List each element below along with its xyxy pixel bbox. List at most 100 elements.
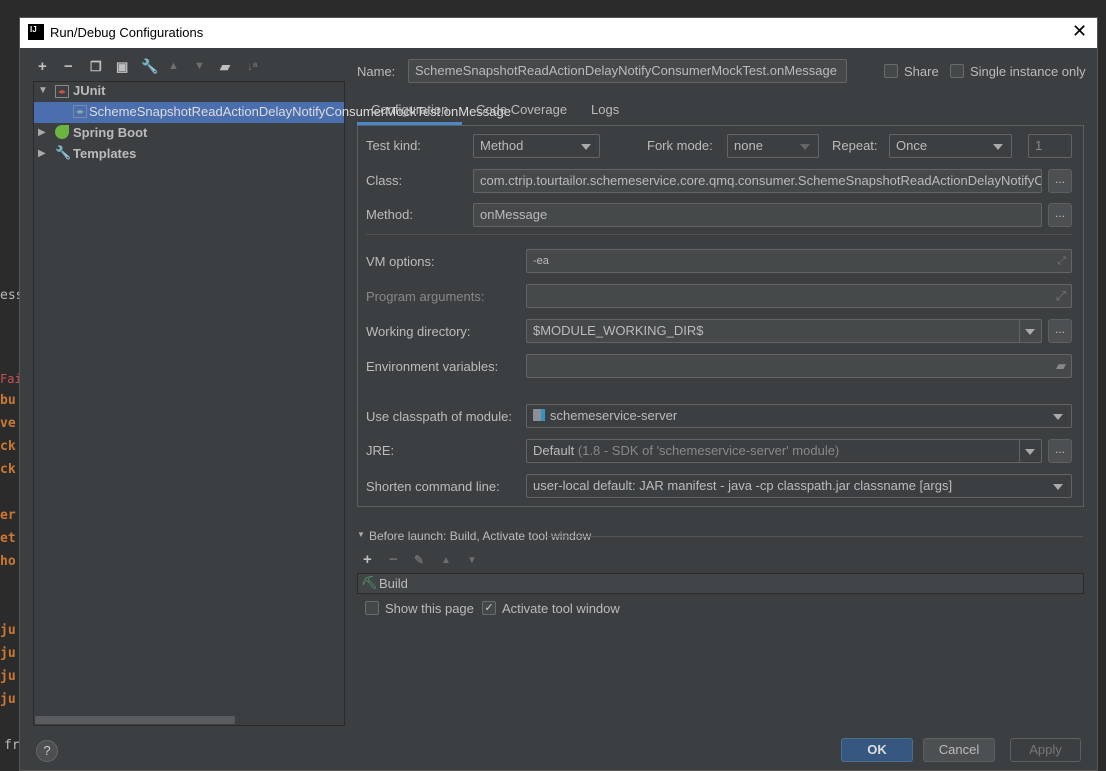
class-label: Class: — [366, 173, 403, 188]
fork-mode-label: Fork mode: — [647, 138, 713, 153]
move-up-icon[interactable]: ▲ — [441, 555, 451, 566]
shorten-command-line-select[interactable]: user-local default: JAR manifest - java … — [526, 474, 1072, 498]
chevron-down-icon — [1025, 329, 1035, 335]
test-kind-value: Method — [480, 138, 524, 153]
class-input[interactable]: com.ctrip.tourtailor.schemeservice.core.… — [473, 169, 1042, 193]
show-page-label: Show this page — [385, 601, 474, 616]
add-task-icon[interactable]: + — [363, 551, 372, 568]
wrench-icon: 🔧 — [55, 145, 72, 160]
bg-code: bu — [0, 393, 16, 408]
help-button[interactable]: ? — [36, 740, 58, 762]
test-kind-label: Test kind: — [366, 138, 421, 153]
edit-task-icon[interactable]: ✎ — [414, 553, 424, 567]
list-item-build[interactable]: Build — [379, 576, 408, 591]
move-up-icon[interactable]: ▲ — [168, 60, 179, 72]
class-browse-button[interactable]: ... — [1048, 169, 1072, 193]
fork-mode-select[interactable]: none — [727, 134, 819, 158]
single-instance-checkbox[interactable] — [950, 64, 964, 78]
wrench-icon[interactable]: 🔧 — [141, 58, 158, 75]
separator — [546, 536, 1083, 537]
run-debug-dialog: IJ Run/Debug Configurations ✕ + − ❐ ▣ 🔧 … — [19, 17, 1098, 771]
collapse-arrow-icon[interactable]: ▼ — [357, 530, 365, 539]
method-browse-button[interactable]: ... — [1048, 203, 1072, 227]
folder-icon[interactable]: ▰ — [1056, 355, 1066, 377]
new-folder-icon[interactable]: ▰ — [220, 59, 230, 75]
cancel-button[interactable]: Cancel — [923, 738, 995, 762]
junit-icon: ◂▸ — [55, 85, 69, 98]
name-label: Name: — [357, 64, 396, 79]
chevron-down-icon — [581, 144, 591, 150]
repeat-select[interactable]: Once — [889, 134, 1012, 158]
expand-icon[interactable]: ⤢ — [1057, 250, 1066, 272]
jre-dropdown[interactable] — [1019, 440, 1041, 462]
working-directory-dropdown[interactable] — [1019, 320, 1041, 342]
repeat-label: Repeat: — [832, 138, 878, 153]
repeat-count-input[interactable]: 1 — [1028, 134, 1072, 158]
expand-arrow-icon[interactable]: ▼ — [38, 85, 48, 96]
show-page-checkbox[interactable] — [365, 601, 379, 615]
chevron-down-icon — [1053, 484, 1063, 490]
tree-item-junit[interactable]: JUnit — [73, 83, 106, 98]
apply-button[interactable]: Apply — [1010, 738, 1081, 762]
method-input[interactable]: onMessage — [473, 203, 1042, 227]
remove-icon[interactable]: − — [64, 58, 73, 75]
program-arguments-label: Program arguments: — [366, 289, 485, 304]
jre-browse-button[interactable]: ... — [1048, 439, 1072, 463]
tab-configuration[interactable]: Configuration — [371, 102, 448, 117]
working-directory-input[interactable]: $MODULE_WORKING_DIR$ — [526, 319, 1042, 343]
config-tree: ▼ ◂▸ JUnit ◂▸ SchemeSnapshotReadActionDe… — [33, 81, 511, 726]
bg-code: ju — [0, 623, 16, 638]
vm-options-label: VM options: — [366, 254, 435, 269]
program-arguments-input[interactable]: ⤢ — [526, 284, 1072, 308]
single-instance-label: Single instance only — [970, 64, 1086, 79]
ok-button[interactable]: OK — [841, 738, 913, 762]
classpath-module-select[interactable]: schemeservice-server — [526, 404, 1072, 428]
tab-logs[interactable]: Logs — [591, 102, 619, 117]
move-down-icon[interactable]: ▼ — [194, 60, 205, 72]
intellij-logo-icon: IJ — [28, 24, 44, 40]
tab-code-coverage[interactable]: Code Coverage — [476, 102, 567, 117]
build-hammer-icon: ⛏ — [361, 575, 378, 590]
activate-tool-window-checkbox[interactable]: ✓ — [482, 601, 496, 615]
environment-variables-label: Environment variables: — [366, 359, 499, 374]
move-down-icon[interactable]: ▼ — [467, 555, 477, 566]
test-kind-select[interactable]: Method — [473, 134, 600, 158]
bg-code: ck — [0, 439, 16, 454]
shorten-command-line-label: Shorten command line: — [366, 479, 500, 494]
bg-code: ho — [0, 554, 16, 569]
remove-task-icon[interactable]: − — [389, 551, 398, 568]
working-directory-value: $MODULE_WORKING_DIR$ — [533, 323, 704, 338]
expand-icon[interactable]: ⤢ — [1056, 285, 1066, 307]
spring-boot-icon — [55, 125, 69, 139]
name-input[interactable]: SchemeSnapshotReadActionDelayNotifyConsu… — [408, 59, 847, 83]
working-directory-label: Working directory: — [366, 324, 471, 339]
share-label: Share — [904, 64, 939, 79]
tree-item-templates[interactable]: Templates — [73, 146, 136, 161]
jre-value: Default — [533, 443, 575, 458]
working-directory-browse-button[interactable]: ... — [1048, 319, 1072, 343]
add-icon[interactable]: + — [38, 58, 47, 75]
jre-select[interactable]: Default (1.8 - SDK of 'schemeservice-ser… — [526, 439, 1042, 463]
chevron-down-icon — [1025, 449, 1035, 455]
environment-variables-input[interactable]: ▰ — [526, 354, 1072, 378]
copy-icon[interactable]: ❐ — [90, 59, 102, 75]
tree-item-selected[interactable]: ◂▸ SchemeSnapshotReadActionDelayNotifyCo… — [34, 102, 511, 123]
share-checkbox[interactable] — [884, 64, 898, 78]
bg-code: ju — [0, 669, 16, 684]
save-icon[interactable]: ▣ — [116, 59, 128, 75]
before-launch-list: ⛏ Build — [357, 573, 1084, 594]
chevron-down-icon — [800, 144, 810, 150]
separator — [366, 234, 1072, 235]
sort-icon[interactable]: ↓ᵃ — [247, 59, 258, 73]
vm-options-input[interactable]: -ea ⤢ — [526, 249, 1072, 273]
expand-arrow-icon[interactable]: ▶ — [38, 127, 46, 138]
horizontal-scrollbar[interactable] — [35, 716, 235, 724]
expand-arrow-icon[interactable]: ▶ — [38, 148, 46, 159]
tree-item-spring-boot[interactable]: Spring Boot — [73, 125, 147, 140]
module-value: schemeservice-server — [550, 408, 678, 423]
jre-detail: (1.8 - SDK of 'schemeservice-server' mod… — [577, 443, 840, 458]
shorten-command-line-value: user-local default: JAR manifest - java … — [533, 478, 953, 493]
close-icon[interactable]: ✕ — [1072, 21, 1087, 42]
chevron-down-icon — [1053, 414, 1063, 420]
jre-label: JRE: — [366, 443, 395, 458]
